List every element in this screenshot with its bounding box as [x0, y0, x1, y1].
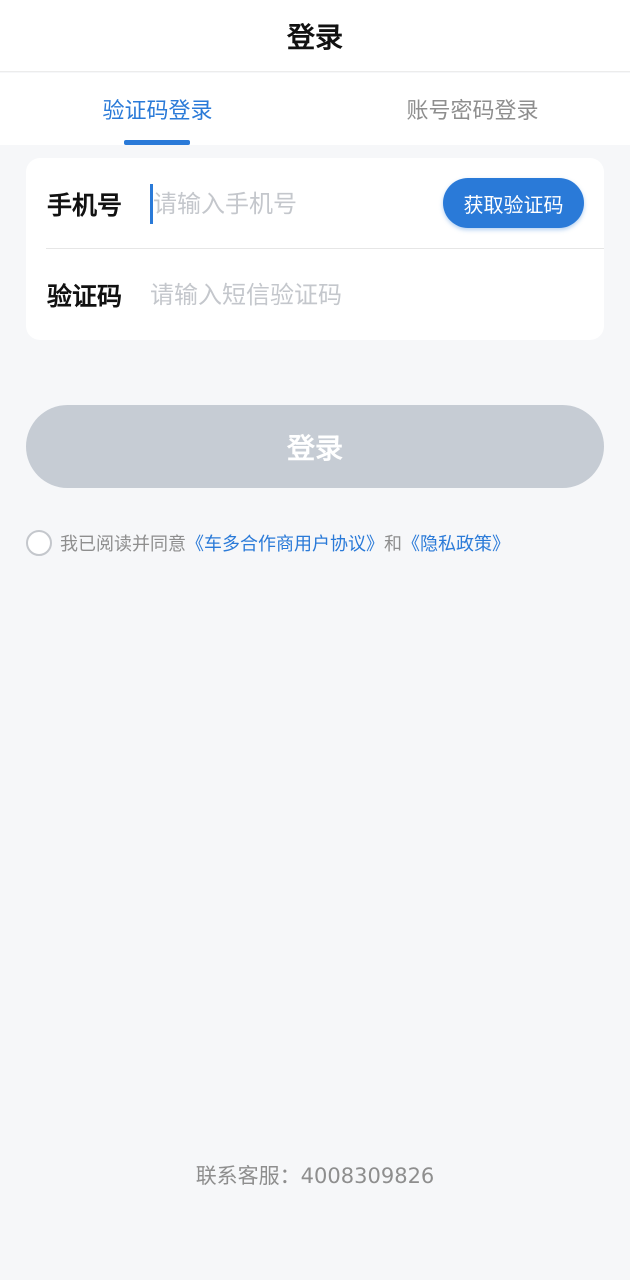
user-agreement-link[interactable]: 《车多合作商用户协议》 [186, 530, 384, 556]
login-button[interactable]: 登录 [26, 405, 604, 488]
tab-password-login[interactable]: 账号密码登录 [315, 73, 630, 145]
agreement-prefix: 我已阅读并同意 [60, 534, 186, 555]
page-title: 登录 [286, 20, 343, 54]
get-code-button[interactable]: 获取验证码 [443, 178, 584, 228]
login-tabs: 验证码登录 账号密码登录 [0, 73, 630, 145]
agreement-checkbox[interactable] [26, 530, 52, 556]
code-label: 验证码 [47, 281, 123, 311]
code-input[interactable] [150, 274, 410, 315]
login-form-card: 手机号 获取验证码 验证码 [26, 158, 604, 340]
privacy-policy-link[interactable]: 《隐私政策》 [402, 530, 510, 556]
tab-sms-login[interactable]: 验证码登录 [0, 73, 315, 145]
tab-label: 账号密码登录 [406, 99, 539, 124]
phone-label: 手机号 [47, 190, 123, 220]
phone-row: 手机号 获取验证码 [26, 158, 604, 249]
top-bar: 登录 [0, 0, 630, 72]
active-tab-indicator [124, 140, 190, 145]
tab-label: 验证码登录 [102, 99, 213, 124]
code-row: 验证码 [26, 249, 604, 340]
customer-service-text: 联系客服：4008309826 [195, 1164, 435, 1188]
agreement-row: 我已阅读并同意 《车多合作商用户协议》 和 《隐私政策》 [26, 528, 510, 558]
phone-input[interactable] [150, 183, 410, 224]
agreement-and: 和 [384, 534, 402, 555]
